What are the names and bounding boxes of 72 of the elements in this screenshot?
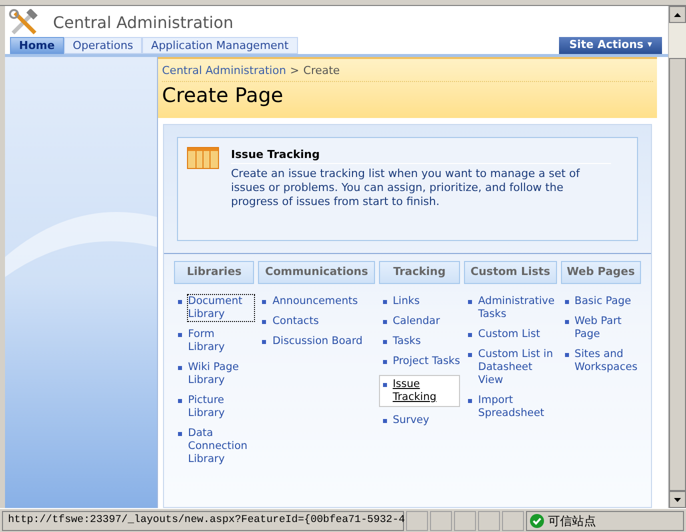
category-heading: Web Pages xyxy=(560,260,642,284)
status-pane xyxy=(430,510,452,530)
list-type-item[interactable]: Basic Page xyxy=(564,294,642,308)
check-icon xyxy=(530,514,544,528)
security-zone: 可信站点 xyxy=(548,512,596,530)
bullet-icon xyxy=(382,382,387,386)
bullet-icon xyxy=(178,332,182,336)
breadcrumb-separator: > xyxy=(290,63,300,79)
list-type-item[interactable]: Tasks xyxy=(382,334,460,348)
site-actions-button[interactable]: Site Actions ▾ xyxy=(559,37,662,54)
list-type-link[interactable]: Issue Tracking xyxy=(392,378,458,404)
list-type-item[interactable]: Discussion Board xyxy=(262,334,375,348)
nav-tab[interactable]: Operations xyxy=(64,37,142,54)
bullet-icon xyxy=(262,300,266,304)
breadcrumb-link[interactable]: Central Administration xyxy=(162,63,286,80)
bullet-icon xyxy=(262,320,266,324)
list-type-link[interactable]: Tasks xyxy=(392,334,421,348)
list-type-link[interactable]: Basic Page xyxy=(574,294,632,308)
bullet-icon xyxy=(178,398,182,402)
bullet-icon xyxy=(178,366,182,370)
description-title: Issue Tracking xyxy=(231,146,611,164)
status-url: http://tfswe:23397/_layouts/new.aspx?FeatureId={00bfea71-5932-4 xyxy=(8,512,405,528)
status-pane xyxy=(406,510,428,530)
list-type-item[interactable]: Links xyxy=(382,294,460,308)
bullet-icon xyxy=(564,320,569,324)
scrollbar[interactable] xyxy=(668,6,686,508)
list-icon xyxy=(187,146,219,168)
description-text: Create an issue tracking list when you want to manage a set of issues or problems. You can assign, prioritize, and follow the progress of issues from start to finish. xyxy=(231,167,581,209)
bullet-icon xyxy=(178,300,182,304)
scroll-thumb[interactable] xyxy=(669,58,686,491)
scroll-up-button[interactable] xyxy=(669,6,686,23)
nav-tab[interactable]: Home xyxy=(10,37,64,54)
up-arrow-icon xyxy=(674,12,681,16)
down-arrow-icon xyxy=(674,498,681,502)
list-type-item[interactable]: Calendar xyxy=(382,314,460,328)
list-type-item[interactable]: Survey xyxy=(382,414,460,426)
bullet-icon xyxy=(468,398,472,402)
list-type-link[interactable]: Survey xyxy=(392,414,430,426)
category-heading: Libraries xyxy=(174,260,254,284)
status-pane xyxy=(502,510,524,530)
list-type-link[interactable]: Announcements xyxy=(272,294,358,308)
list-type-item[interactable]: Announcements xyxy=(262,294,375,308)
bullet-icon xyxy=(382,418,387,422)
bullet-icon xyxy=(382,340,387,344)
category-heading: Communications xyxy=(258,260,375,284)
list-type-item[interactable]: Contacts xyxy=(262,314,375,328)
breadcrumb-current: Create xyxy=(303,63,340,79)
list-type-link[interactable]: Calendar xyxy=(392,314,440,328)
bullet-icon xyxy=(382,360,387,364)
scroll-down-button[interactable] xyxy=(669,491,686,508)
bullet-icon xyxy=(262,340,266,344)
status-pane xyxy=(478,510,500,530)
site-title: Central Administration xyxy=(53,12,234,34)
list-type-item[interactable]: Custom List xyxy=(468,328,557,340)
bullet-icon xyxy=(178,432,182,436)
list-type-item[interactable]: Issue Tracking xyxy=(378,374,460,406)
page-title: Create Page xyxy=(162,82,284,108)
list-type-link[interactable]: Contacts xyxy=(272,314,319,328)
bullet-icon xyxy=(564,300,569,304)
list-type-link[interactable]: Custom List xyxy=(478,328,540,340)
category-heading: Tracking xyxy=(378,260,460,284)
bullet-icon xyxy=(382,320,387,324)
bullet-icon xyxy=(468,352,472,356)
category-heading: Custom Lists xyxy=(464,260,557,284)
list-type-link[interactable]: Links xyxy=(392,294,420,308)
bullet-icon xyxy=(468,332,472,336)
list-type-link[interactable]: Discussion Board xyxy=(272,334,363,348)
bullet-icon xyxy=(382,300,387,304)
nav-tab[interactable]: Application Management xyxy=(142,37,298,54)
status-pane xyxy=(454,510,476,530)
bullet-icon xyxy=(564,352,569,356)
bullet-icon xyxy=(468,300,472,304)
